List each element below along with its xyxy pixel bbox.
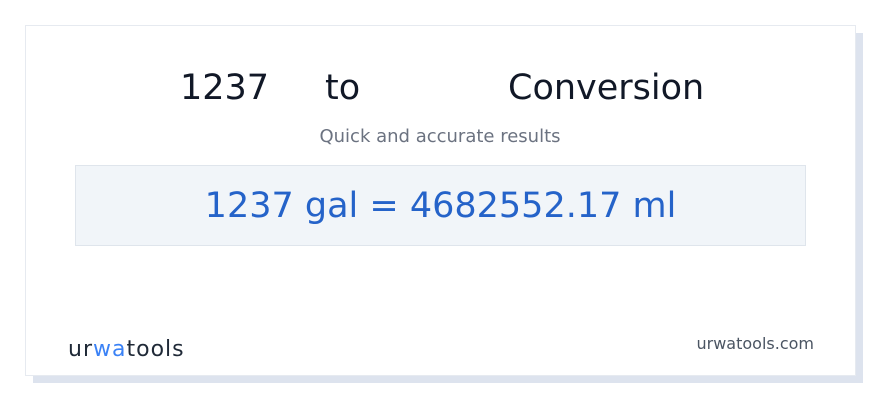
logo-suffix: tools: [126, 337, 185, 362]
result-text: 1237 gal = 4682552.17 ml: [204, 185, 677, 226]
title-amount: 1237: [180, 68, 270, 108]
page-title: 1237 to Conversion: [0, 66, 880, 110]
logo-accent: wa: [93, 337, 127, 362]
logo-prefix: ur: [68, 337, 93, 362]
domain-link[interactable]: urwatools.com: [697, 334, 815, 353]
urwatools-logo[interactable]: urwatools: [68, 337, 185, 362]
subtitle: Quick and accurate results: [319, 126, 561, 147]
title-suffix: Conversion: [508, 68, 705, 108]
title-connector: to: [325, 68, 361, 108]
result-box: 1237 gal = 4682552.17 ml: [75, 165, 806, 246]
